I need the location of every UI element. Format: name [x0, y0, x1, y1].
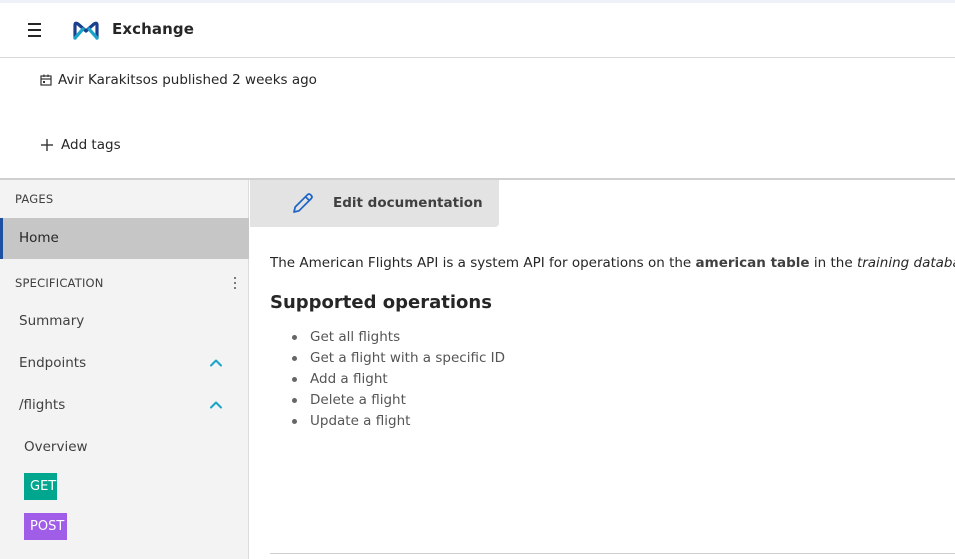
list-item: Update a flight [292, 412, 505, 433]
plus-icon [41, 139, 53, 151]
app-title: Exchange [112, 20, 195, 38]
sidebar-item-overview[interactable]: Overview [24, 439, 88, 455]
chevron-up-icon[interactable] [209, 358, 223, 367]
sidebar-item-flights[interactable]: /flights [19, 397, 65, 413]
more-options-icon[interactable] [232, 276, 238, 290]
edit-documentation-label: Edit documentation [333, 195, 483, 211]
pencil-icon [293, 193, 313, 213]
sidebar-item-endpoints[interactable]: Endpoints [19, 355, 86, 371]
calendar-icon [40, 74, 52, 86]
specification-heading: SPECIFICATION [15, 276, 104, 290]
sidebar-item-label: Home [19, 230, 59, 246]
post-method-badge[interactable]: POST [24, 513, 67, 540]
get-method-badge[interactable]: GET [24, 473, 57, 500]
operations-heading: Supported operations [270, 292, 492, 313]
sidebar: PAGES Home SPECIFICATION Summary Endpoin… [0, 180, 249, 559]
add-tags-label: Add tags [61, 137, 121, 153]
intro-text: The American Flights API is a system API… [270, 255, 696, 271]
chevron-up-icon[interactable] [209, 400, 223, 409]
list-item: Get a flight with a specific ID [292, 349, 505, 370]
published-meta: Avir Karakitsos published 2 weeks ago [40, 72, 317, 88]
intro-bold-text: american table [695, 255, 810, 271]
app-header: Exchange [0, 3, 955, 58]
sidebar-item-summary[interactable]: Summary [19, 313, 84, 329]
api-description: The American Flights API is a system API… [270, 255, 955, 271]
pages-heading: PAGES [15, 192, 54, 206]
list-item: Delete a flight [292, 391, 505, 412]
sidebar-item-home[interactable]: Home [0, 218, 249, 259]
intro-mid-text: in the [809, 255, 857, 271]
list-item: Get all flights [292, 328, 505, 349]
edit-documentation-button[interactable]: Edit documentation [250, 180, 499, 227]
mulesoft-logo-icon [73, 21, 99, 40]
content-divider [270, 553, 955, 554]
add-tags-button[interactable]: Add tags [40, 137, 121, 153]
list-item: Add a flight [292, 370, 505, 391]
intro-italic-text: training database [856, 255, 955, 271]
published-text: Avir Karakitsos published 2 weeks ago [58, 72, 317, 88]
operations-list: Get all flights Get a flight with a spec… [292, 328, 505, 433]
hamburger-menu-icon[interactable] [26, 19, 46, 41]
